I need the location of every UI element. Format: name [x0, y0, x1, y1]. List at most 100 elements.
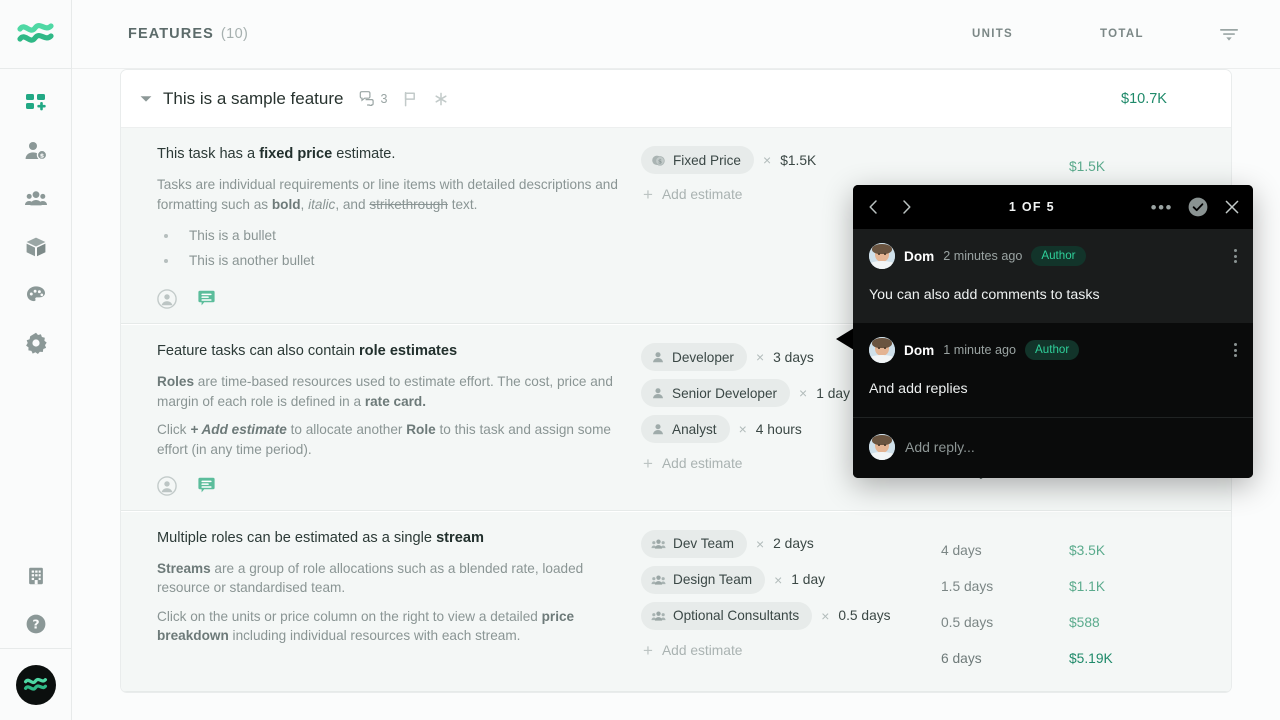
estimate-chip[interactable]: Optional Consultants [641, 601, 813, 630]
estimate-units: 0.5 days [941, 614, 994, 630]
estimate-value[interactable]: 0.5 days [838, 608, 890, 623]
task-comment-button[interactable] [197, 477, 216, 495]
task-estimates: Dev Team × 2 days Design Team × 1 day Op… [641, 528, 941, 677]
comment-timestamp: 1 minute ago [943, 343, 1017, 357]
add-estimate-button[interactable]: + Add estimate [641, 455, 742, 472]
chevron-down-icon [140, 95, 152, 102]
previous-comment-button[interactable] [867, 199, 880, 215]
comment-author: Dom [904, 342, 935, 358]
sidebar-item-products[interactable] [0, 223, 72, 271]
comment-menu-button[interactable] [1232, 343, 1239, 357]
estimate-chip[interactable]: Analyst [641, 415, 730, 444]
add-estimate-label: Add estimate [661, 642, 743, 658]
add-estimate-button[interactable]: + Add estimate [641, 642, 742, 659]
sidebar-item-clients[interactable]: $ [0, 127, 72, 175]
task-title[interactable]: Multiple roles can be estimated as a sin… [157, 528, 619, 548]
task-assignee-button[interactable] [157, 475, 177, 496]
estimate-value[interactable]: 1 day [791, 572, 825, 587]
sidebar-user-avatar[interactable] [0, 648, 72, 720]
comment-position-label: 1 OF 5 [1008, 200, 1055, 214]
sidebar-item-branding[interactable] [0, 271, 72, 319]
feature-title[interactable]: This is a sample feature [163, 89, 343, 109]
comment-menu-button[interactable] [1232, 249, 1239, 263]
estimate-units: 1.5 days [941, 578, 994, 594]
main-content: FEATURES (10) UNITS TOTAL This is a samp… [72, 0, 1280, 720]
multiply-symbol: × [799, 385, 808, 402]
estimate-chip[interactable]: Developer [641, 343, 747, 372]
estimate-row: Design Team × 1 day [641, 565, 941, 595]
close-popover-button[interactable] [1223, 198, 1241, 216]
people-group-icon [24, 191, 47, 206]
filter-button[interactable] [1210, 26, 1240, 42]
more-options-button[interactable]: ••• [1151, 199, 1173, 216]
feature-comment-count: 3 [380, 91, 388, 106]
estimate-total: $1.5K [1069, 159, 1106, 174]
estimate-chip-label: Dev Team [673, 536, 734, 552]
estimate-chip[interactable]: Dev Team [641, 529, 747, 558]
chevron-right-icon [903, 200, 911, 214]
comment-bubble-icon [198, 477, 215, 492]
task-title[interactable]: Feature tasks can also contain role esti… [157, 341, 619, 361]
coins-icon: $ [652, 155, 665, 166]
add-estimate-label: Add estimate [661, 187, 743, 202]
vertical-dots-icon [1234, 249, 1237, 252]
svg-text:$: $ [39, 152, 44, 160]
team-icon [651, 539, 666, 549]
task-description-area: This task has a fixed price estimate. Ta… [121, 144, 641, 309]
task-description-area: Feature tasks can also contain role esti… [121, 341, 641, 496]
estimate-value[interactable]: 4 hours [756, 422, 802, 437]
grid-plus-icon [25, 94, 46, 111]
popover-pointer [836, 328, 854, 350]
features-count: (10) [220, 26, 249, 42]
feature-comments-button[interactable]: 3 [359, 91, 387, 106]
column-header-units: UNITS [972, 28, 1013, 40]
asterisk-icon [435, 92, 447, 105]
add-reply-input[interactable]: Add reply... [853, 417, 1253, 478]
task-description-area: Multiple roles can be estimated as a sin… [121, 528, 641, 677]
estimate-value[interactable]: $1.5K [780, 153, 816, 168]
resolve-comment-button[interactable] [1187, 196, 1209, 218]
feature-total[interactable]: $10.7K [1121, 91, 1231, 107]
feature-flag-button[interactable] [403, 91, 417, 107]
column-header-total: TOTAL [1100, 28, 1144, 40]
avatar [869, 337, 895, 363]
estimate-chip-label: Senior Developer [672, 385, 778, 401]
add-estimate-button[interactable]: + Add estimate [641, 186, 742, 203]
estimate-total: $1.1K [1069, 578, 1106, 594]
sidebar-item-company[interactable] [0, 552, 72, 600]
comment-author: Dom [904, 248, 935, 264]
gear-icon [25, 332, 47, 354]
estimate-value[interactable]: 2 days [773, 536, 814, 551]
wave-logo-icon [16, 23, 54, 43]
estimate-chip[interactable]: Senior Developer [641, 379, 791, 408]
task-comment-button[interactable] [197, 290, 216, 308]
sidebar-item-team[interactable] [0, 175, 72, 223]
task-description: Click on the units or price column on th… [157, 608, 575, 644]
estimate-total: $3.5K [1069, 542, 1106, 558]
sidebar-item-dashboard[interactable] [0, 79, 72, 127]
task-units-column[interactable]: 4 days 1.5 days 0.5 days 6 days [941, 528, 1069, 677]
sidebar-item-settings[interactable] [0, 319, 72, 367]
task-assignee-button[interactable] [157, 289, 177, 309]
task-title[interactable]: This task has a fixed price estimate. [157, 144, 619, 164]
estimate-chip[interactable]: $ Fixed Price [641, 146, 754, 174]
person-icon [653, 352, 663, 363]
sidebar-item-help[interactable]: ? [0, 600, 72, 648]
estimate-chip[interactable]: Design Team [641, 565, 766, 594]
estimate-value[interactable]: 3 days [773, 350, 814, 365]
estimate-value[interactable]: 1 day [816, 386, 850, 401]
task-units-summary: 6 days [941, 650, 982, 666]
multiply-symbol: × [738, 421, 747, 438]
multiply-symbol: × [774, 571, 783, 588]
task-total-column[interactable]: $3.5K $1.1K $588 $5.19K [1069, 528, 1179, 677]
comment-timestamp: 2 minutes ago [943, 249, 1023, 263]
vertical-dots-icon [1234, 343, 1237, 346]
task-description: Streams are a group of role allocations … [157, 560, 584, 596]
feature-collapse-toggle[interactable] [133, 94, 159, 104]
feature-asterisk-button[interactable] [433, 91, 449, 107]
sidebar-logo[interactable] [0, 0, 71, 69]
add-estimate-label: Add estimate [661, 456, 743, 472]
task-description: Click + Add estimate to allocate another… [157, 422, 611, 457]
add-reply-placeholder: Add reply... [905, 439, 975, 455]
next-comment-button[interactable] [900, 199, 913, 215]
